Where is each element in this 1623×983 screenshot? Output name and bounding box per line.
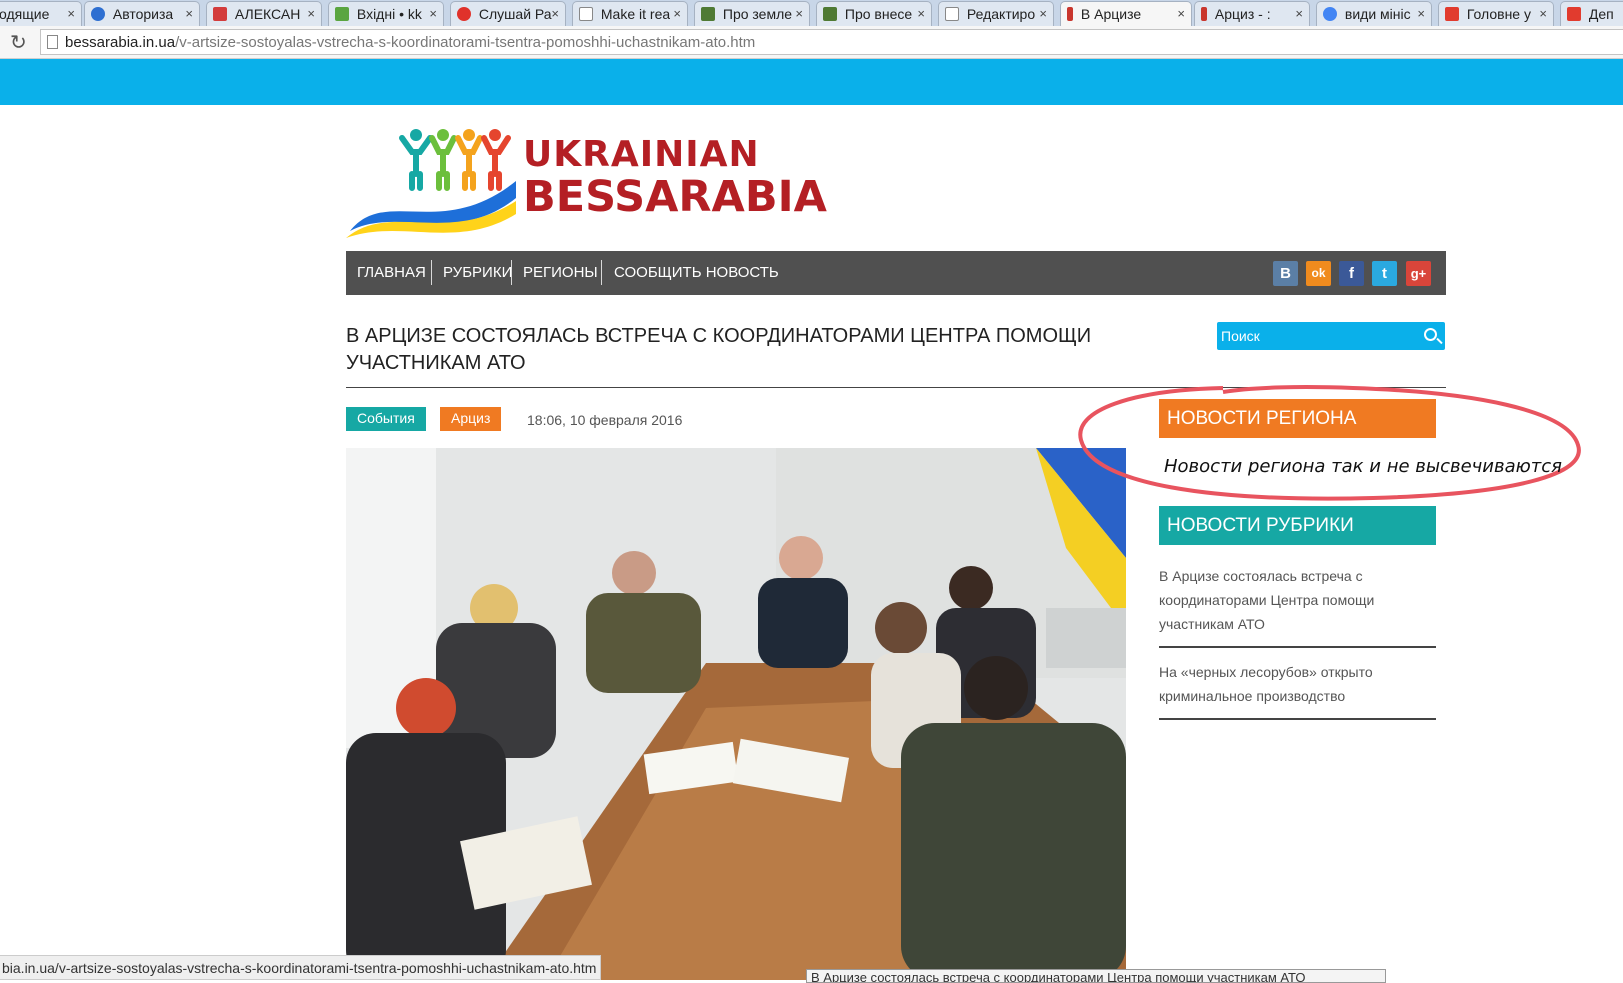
browser-tab[interactable]: Про земле ×	[694, 1, 810, 26]
site-favicon-icon	[1067, 7, 1073, 21]
browser-tab[interactable]: Головне у ×	[1438, 1, 1554, 26]
tab-close-icon[interactable]: ×	[185, 6, 193, 21]
status-bar-url: bia.in.ua/v-artsize-sostoyalas-vstrecha-…	[0, 955, 602, 980]
tab-close-icon[interactable]: ×	[551, 6, 559, 21]
category-badge[interactable]: События	[346, 407, 426, 431]
browser-tab-label: Авториза	[112, 6, 174, 22]
tab-close-icon[interactable]: ×	[67, 6, 75, 21]
browser-tab[interactable]: АЛЕКСАН ×	[206, 1, 322, 26]
logo-people-icon	[346, 129, 516, 238]
annotation-note: Новости региона так и не высвечиваются	[1164, 456, 1562, 477]
sidebar-news-link[interactable]: В Арцизе состоялась встреча с координато…	[1159, 564, 1436, 636]
nav-item-report-news[interactable]: СООБЩИТЬ НОВОСТЬ	[614, 264, 779, 281]
browser-tab-label: види мініс	[1344, 6, 1411, 22]
logo-text-line1: UKRAINIAN	[523, 134, 760, 175]
browser-tab[interactable]: види мініс ×	[1316, 1, 1432, 26]
browser-tab[interactable]: Make it rea ×	[572, 1, 688, 26]
url-host: bessarabia.in.ua	[65, 34, 176, 51]
nav-separator	[601, 260, 602, 285]
tab-close-icon[interactable]: ×	[795, 6, 803, 21]
tab-close-icon[interactable]: ×	[917, 6, 925, 21]
browser-tab[interactable]: Про внесе ×	[816, 1, 932, 26]
rubric-news-heading: НОВОСТИ РУБРИКИ	[1159, 506, 1436, 545]
document-favicon-icon	[579, 7, 593, 21]
browser-tab[interactable]: Редактиро ×	[938, 1, 1054, 26]
url-path: /v-artsize-sostoyalas-vstrecha-s-koordin…	[175, 34, 756, 51]
cross-favicon-icon	[1567, 7, 1581, 21]
url-field[interactable]: bessarabia.in.ua/v-artsize-sostoyalas-vs…	[40, 29, 1623, 55]
site-favicon-icon	[91, 7, 105, 21]
region-badge[interactable]: Арциз	[440, 407, 502, 431]
browser-tab-label: Про земле	[722, 6, 793, 22]
page-icon	[47, 35, 58, 49]
facebook-icon[interactable]: f	[1339, 261, 1364, 286]
google-plus-icon[interactable]: g+	[1406, 261, 1431, 286]
nav-item-rubrics[interactable]: РУБРИКИ	[443, 264, 512, 281]
document-favicon-icon	[945, 7, 959, 21]
tab-close-icon[interactable]: ×	[673, 6, 681, 21]
browser-tab-label: Головне у	[1466, 6, 1531, 22]
search-icon[interactable]	[1424, 328, 1437, 341]
google-favicon-icon	[1323, 7, 1337, 21]
sidebar-news-link[interactable]: На «черных лесорубов» открыто криминальн…	[1159, 660, 1436, 708]
nav-item-regions[interactable]: РЕГИОНЫ	[523, 264, 598, 281]
reload-icon[interactable]: ↻	[10, 30, 27, 55]
gov-favicon-icon	[823, 7, 837, 21]
browser-tab-label: Вхідні • kk	[356, 6, 422, 22]
browser-tab-label: Про внесе	[844, 6, 913, 22]
site-logo[interactable]: UKRAINIAN BESSARABIA	[346, 126, 827, 242]
nav-item-home[interactable]: ГЛАВНАЯ	[357, 264, 426, 281]
browser-tab-label: Слушай Ра	[478, 6, 552, 22]
article-title: В АРЦИЗЕ СОСТОЯЛАСЬ ВСТРЕЧА С КООРДИНАТО…	[346, 325, 1092, 374]
tab-close-icon[interactable]: ×	[1295, 6, 1303, 21]
article-photo	[346, 448, 1126, 980]
odnoklassniki-icon[interactable]: ok	[1306, 261, 1331, 286]
vk-icon[interactable]: B	[1273, 261, 1298, 286]
link-tooltip: В Арцизе состоялась встреча с координато…	[806, 969, 1386, 983]
browser-tab[interactable]: Арциз - : ×	[1194, 1, 1310, 26]
search-input[interactable]	[1221, 326, 1411, 346]
browser-tab[interactable]: Деп	[1560, 1, 1623, 26]
browser-tab[interactable]: одящие ×	[0, 1, 82, 26]
browser-tab-label: В Арцизе	[1080, 6, 1142, 22]
browser-tab[interactable]: Слушай Ра ×	[450, 1, 566, 26]
browser-tab[interactable]: Авториза ×	[84, 1, 200, 26]
cross-favicon-icon	[1445, 7, 1459, 21]
tab-close-icon[interactable]: ×	[1539, 6, 1547, 21]
tab-close-icon[interactable]: ×	[1039, 6, 1047, 21]
tab-close-icon[interactable]: ×	[307, 6, 315, 21]
main-nav: ГЛАВНАЯ РУБРИКИ РЕГИОНЫ СООБЩИТЬ НОВОСТЬ…	[346, 251, 1446, 295]
article-date: 18:06, 10 февраля 2016	[527, 412, 683, 428]
radio-favicon-icon	[457, 7, 471, 21]
sidebar-divider	[1159, 646, 1436, 648]
annotation-circle-icon	[1078, 385, 1581, 501]
star-favicon-icon	[213, 7, 227, 21]
tab-close-icon[interactable]: ×	[1417, 6, 1425, 21]
mail-favicon-icon	[335, 7, 349, 21]
nav-separator	[511, 260, 512, 285]
browser-address-bar: ↻ bessarabia.in.ua/v-artsize-sostoyalas-…	[0, 26, 1623, 59]
browser-tab-label: одящие	[0, 6, 50, 22]
search-box	[1217, 322, 1445, 350]
nav-separator	[431, 260, 432, 285]
browser-tab-label: Деп	[1588, 6, 1614, 22]
tab-close-icon[interactable]: ×	[1177, 6, 1185, 21]
browser-tab-label: Make it rea	[600, 6, 671, 22]
tab-close-icon[interactable]: ×	[429, 6, 437, 21]
site-favicon-icon	[1201, 7, 1207, 21]
browser-tab-label: Редактиро	[966, 6, 1036, 22]
logo-text-line2: BESSARABIA	[523, 172, 827, 222]
site-top-bar	[0, 59, 1623, 105]
browser-tab-label: Арциз - :	[1214, 6, 1271, 22]
browser-tab-label: АЛЕКСАН	[234, 6, 301, 22]
browser-tab[interactable]: Вхідні • kk ×	[328, 1, 444, 26]
gov-favicon-icon	[701, 7, 715, 21]
sidebar-divider	[1159, 718, 1436, 720]
browser-tab-active[interactable]: В Арцизе ×	[1060, 1, 1192, 26]
meeting-photo-image	[346, 448, 1126, 980]
twitter-icon[interactable]: t	[1372, 261, 1397, 286]
browser-tab-strip: одящие × Авториза × АЛЕКСАН × Вхідні • k…	[0, 0, 1623, 26]
